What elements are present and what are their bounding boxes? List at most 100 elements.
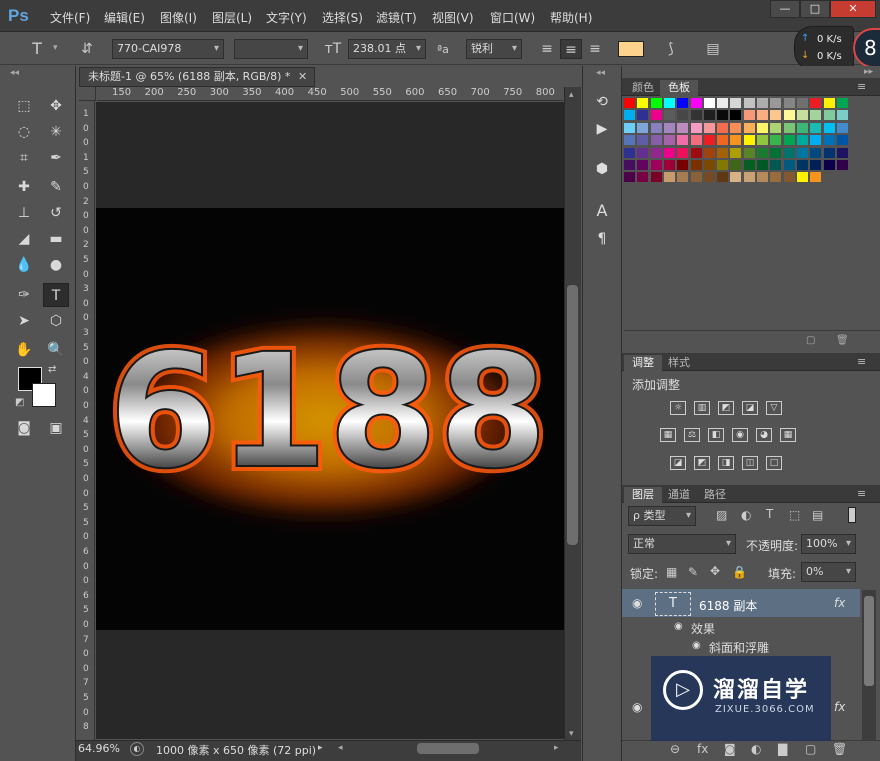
lasso-tool-icon[interactable]: ◌: [11, 120, 37, 144]
adjustment-icon[interactable]: ◪: [742, 401, 758, 415]
adjustment-icon[interactable]: ◕: [756, 428, 772, 442]
menu-item[interactable]: 图像(I): [160, 9, 197, 26]
pen-tool-icon[interactable]: ✑: [11, 283, 37, 307]
color-swatch[interactable]: [637, 172, 649, 183]
crop-tool-icon[interactable]: ⌗: [11, 146, 37, 170]
color-swatch[interactable]: [690, 172, 702, 183]
color-swatch[interactable]: [637, 110, 649, 121]
opacity-field[interactable]: 100%: [801, 534, 856, 554]
color-swatch[interactable]: [757, 172, 768, 183]
color-swatch[interactable]: [650, 172, 662, 183]
color-swatch[interactable]: [757, 122, 768, 133]
close-tab-icon[interactable]: ✕: [298, 70, 307, 83]
delete-swatch-icon[interactable]: 🗑: [836, 335, 849, 346]
adjustment-icon[interactable]: ⚖: [684, 428, 700, 442]
color-swatch[interactable]: [757, 98, 768, 108]
magic-wand-tool-icon[interactable]: ✳: [43, 120, 69, 144]
color-swatch[interactable]: [703, 98, 715, 108]
hand-tool-icon[interactable]: ✋: [11, 338, 37, 362]
font-style-select[interactable]: [234, 39, 308, 59]
character-panel-button-icon[interactable]: A: [589, 199, 615, 223]
color-swatch[interactable]: [663, 122, 675, 133]
color-swatch[interactable]: [730, 147, 742, 158]
default-colors-icon[interactable]: ◩: [15, 397, 24, 408]
color-swatch[interactable]: [810, 147, 822, 158]
color-swatch[interactable]: [624, 122, 635, 133]
fill-field[interactable]: 0%: [801, 562, 856, 582]
visibility-eye-icon[interactable]: ◉: [632, 596, 642, 610]
layers-footer-icon[interactable]: 🗑: [832, 742, 847, 756]
background-color[interactable]: [32, 383, 56, 407]
history-panel-icon[interactable]: ⟲: [589, 90, 615, 114]
adjustment-icon[interactable]: ▥: [694, 401, 710, 415]
quick-mask-icon[interactable]: ◙: [11, 416, 37, 440]
color-swatch[interactable]: [836, 160, 848, 170]
layers-scroll-thumb[interactable]: [864, 596, 874, 686]
color-swatch[interactable]: [770, 147, 782, 158]
menu-item[interactable]: 文字(Y): [266, 9, 307, 26]
shape-tool-icon[interactable]: ⬡: [43, 309, 69, 333]
menu-item[interactable]: 窗口(W): [490, 9, 535, 26]
type-tool-icon[interactable]: T: [43, 283, 69, 307]
color-swatch[interactable]: [663, 147, 675, 158]
text-color-swatch[interactable]: [618, 41, 644, 57]
horizontal-scroll-thumb[interactable]: [417, 743, 479, 754]
swatches-menu-icon[interactable]: ≡: [857, 80, 866, 93]
color-swatch[interactable]: [677, 110, 689, 121]
scroll-down-icon[interactable]: ▾: [569, 729, 574, 739]
color-swatch[interactable]: [663, 98, 675, 108]
vertical-scroll-thumb[interactable]: [567, 285, 578, 545]
status-info-icon[interactable]: ◐: [130, 742, 144, 756]
collapse-panel-icon[interactable]: ◂◂: [10, 68, 19, 78]
color-swatch[interactable]: [690, 98, 702, 108]
color-swatch[interactable]: [717, 160, 729, 170]
color-swatch[interactable]: [650, 122, 662, 133]
filter-type-icon[interactable]: T: [766, 507, 773, 521]
color-swatch[interactable]: [743, 135, 755, 146]
color-swatch[interactable]: [810, 110, 822, 121]
color-swatch[interactable]: [703, 147, 715, 158]
effects-row[interactable]: [622, 617, 860, 637]
layers-footer-icon[interactable]: ▢: [805, 742, 816, 756]
actions-panel-icon[interactable]: ▶: [589, 117, 615, 141]
color-swatch[interactable]: [677, 172, 689, 183]
color-swatch[interactable]: [796, 160, 808, 170]
type-tool-preset-icon[interactable]: T: [26, 39, 48, 59]
scroll-right-icon[interactable]: ▸: [554, 743, 559, 753]
tab-styles[interactable]: 样式: [660, 355, 698, 372]
menu-item[interactable]: 选择(S): [322, 9, 363, 26]
color-swatch[interactable]: [730, 98, 742, 108]
color-swatch[interactable]: [836, 110, 848, 121]
layer-name[interactable]: 6188 副本: [699, 597, 757, 614]
close-button[interactable]: ✕: [830, 0, 876, 18]
color-swatch[interactable]: [624, 110, 635, 121]
color-swatch[interactable]: [743, 110, 755, 121]
color-swatch[interactable]: [663, 110, 675, 121]
layers-footer-icon[interactable]: ⊖: [670, 742, 680, 756]
align-right-icon[interactable]: ≡: [584, 39, 606, 59]
adjustment-icon[interactable]: ◩: [694, 456, 710, 470]
menu-item[interactable]: 滤镜(T): [376, 9, 417, 26]
color-swatch[interactable]: [690, 122, 702, 133]
color-swatch[interactable]: [730, 135, 742, 146]
layers-footer-icon[interactable]: ◙: [724, 742, 736, 756]
lock-pixels-icon[interactable]: ✎: [688, 565, 698, 579]
expand-dock-icon[interactable]: ◂◂: [596, 68, 605, 78]
color-swatch[interactable]: [717, 135, 729, 146]
adjustment-icon[interactable]: ◧: [708, 428, 724, 442]
color-swatch[interactable]: [650, 110, 662, 121]
healing-brush-tool-icon[interactable]: ✚: [11, 175, 37, 199]
color-swatch[interactable]: [836, 147, 848, 158]
color-swatch[interactable]: [677, 98, 689, 108]
filter-pixel-icon[interactable]: ▨: [716, 508, 727, 522]
warp-text-icon[interactable]: ⟆: [660, 39, 682, 59]
color-swatch[interactable]: [757, 110, 768, 121]
path-selection-tool-icon[interactable]: ➤: [11, 309, 37, 333]
filter-adjustment-icon[interactable]: ◐: [741, 508, 751, 522]
color-swatch[interactable]: [663, 135, 675, 146]
layer-filter-select[interactable]: ρ 类型: [628, 506, 696, 526]
color-swatch[interactable]: [650, 135, 662, 146]
second-layer-eye-icon[interactable]: ◉: [632, 700, 642, 714]
chevron-down-icon[interactable]: ▾: [53, 43, 58, 53]
align-center-icon[interactable]: ≡: [560, 39, 582, 59]
